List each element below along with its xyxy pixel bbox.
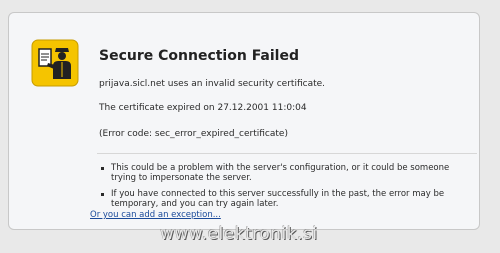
- error-code-text: (Error code: sec_error_expired_certifica…: [99, 129, 288, 139]
- page-title: Secure Connection Failed: [99, 48, 299, 64]
- page: Secure Connection Failed prijava.sicl.ne…: [0, 0, 500, 253]
- explanation-list: This could be a problem with the server'…: [101, 163, 471, 215]
- error-panel: Secure Connection Failed prijava.sicl.ne…: [8, 12, 480, 230]
- divider: [97, 153, 477, 154]
- list-item: This could be a problem with the server'…: [101, 163, 471, 183]
- add-exception-link[interactable]: Or you can add an exception...: [90, 210, 221, 220]
- watermark: www.elektronik.si: [160, 224, 318, 244]
- security-officer-icon: [31, 39, 79, 87]
- list-item: If you have connected to this server suc…: [101, 189, 471, 209]
- certificate-expiry-text: The certificate expired on 27.12.2001 11…: [99, 103, 307, 113]
- error-description: prijava.sicl.net uses an invalid securit…: [99, 79, 326, 89]
